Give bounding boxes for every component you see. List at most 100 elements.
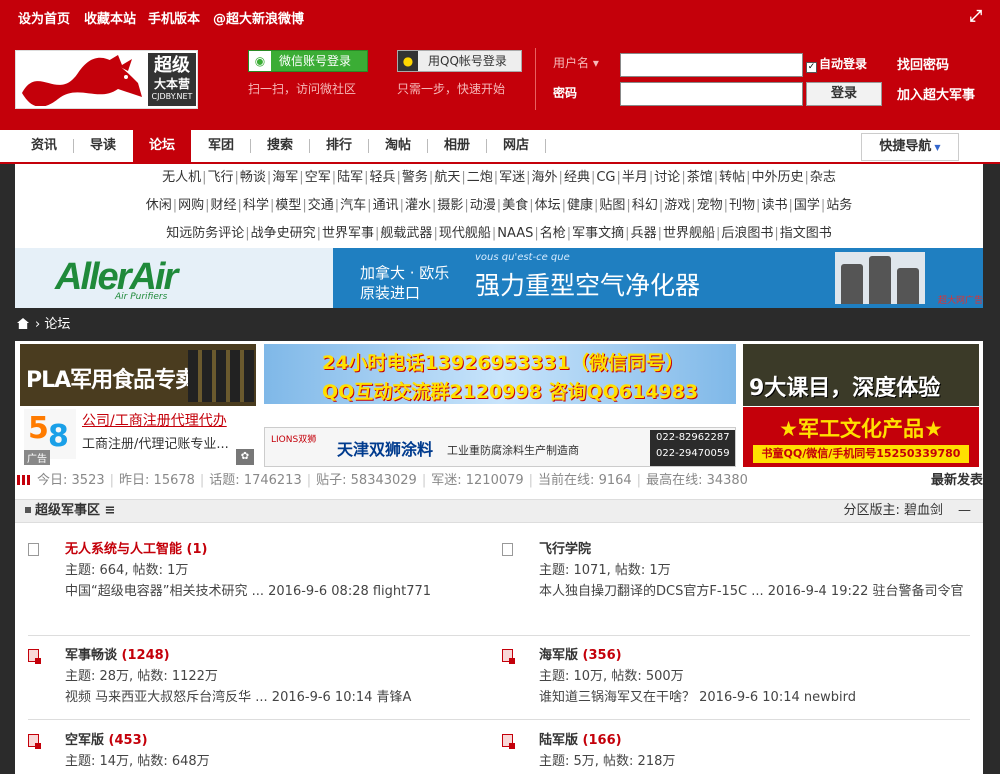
wechat-tip[interactable]: 扫一扫，访问微社区	[248, 80, 356, 97]
board-name[interactable]: 无人系统与人工智能 (1)	[65, 539, 207, 560]
sub-forum-link[interactable]: 军迷	[498, 170, 526, 185]
board-name[interactable]: 空军版 (453)	[65, 730, 148, 751]
sub-forum-link[interactable]: 转帖	[718, 170, 746, 185]
nav-item-legion[interactable]: 军团	[192, 130, 250, 162]
sub-forum-link[interactable]: 网购	[177, 198, 205, 213]
sub-forum-link[interactable]: 中外历史	[751, 170, 805, 185]
ad-58-title[interactable]: 公司/工商注册代理代办	[82, 410, 227, 430]
board-name[interactable]: 海军版 (356)	[539, 645, 622, 666]
board-last-post[interactable]: 中国“超级电容器”相关技术研究 ... 2016-9-6 08:28 fligh…	[65, 581, 485, 602]
sub-forum-link[interactable]: 畅谈	[239, 170, 267, 185]
home-icon[interactable]	[17, 318, 29, 329]
banner-ad[interactable]: AllerAir Air Purifiers 加拿大 · 欧乐 原装进口 vou…	[15, 248, 983, 308]
login-button[interactable]: 登录	[806, 82, 882, 106]
join-link[interactable]: 加入超大军事	[897, 84, 975, 103]
sub-forum-link[interactable]: 通讯	[372, 198, 400, 213]
bookmark-site-link[interactable]: 收藏本站	[84, 8, 136, 27]
weibo-link[interactable]: @超大新浪微博	[213, 8, 304, 27]
nav-item-shop[interactable]: 网店	[487, 130, 545, 162]
username-input[interactable]	[620, 53, 803, 77]
sub-forum-link[interactable]: 知远防务评论	[165, 226, 245, 241]
sub-forum-link[interactable]: 经典	[563, 170, 591, 185]
board-last-post[interactable]: 本人独自操刀翻译的DCS官方F-15C ... 2016-9-4 19:22 驻…	[539, 581, 979, 602]
sub-forum-link[interactable]: 海外	[531, 170, 559, 185]
nav-item-forum[interactable]: 论坛	[133, 130, 191, 162]
sub-forum-link[interactable]: 无人机	[161, 170, 202, 185]
wechat-login-button[interactable]: ◉ 微信账号登录	[248, 50, 368, 72]
sub-forum-link[interactable]: 世界军事	[321, 226, 375, 241]
mobile-version-link[interactable]: 手机版本	[148, 8, 200, 27]
nav-item-ranking[interactable]: 排行	[310, 130, 368, 162]
sub-forum-link[interactable]: 航天	[433, 170, 461, 185]
board-last-post[interactable]: 视频 马来西亚大叔怒斥台湾反华 ... 2016-9-6 10:14 青锋A	[65, 687, 485, 708]
find-password-link[interactable]: 找回密码	[897, 54, 949, 73]
sub-forum-link[interactable]: 科幻	[631, 198, 659, 213]
breadcrumb-current[interactable]: 论坛	[44, 317, 70, 332]
auto-login-checkbox[interactable]: ✓ 自动登录	[806, 55, 867, 73]
sub-forum-link[interactable]: 陆军	[336, 170, 364, 185]
board-name[interactable]: 飞行学院	[539, 539, 591, 560]
collapse-icon[interactable]: —	[958, 500, 971, 522]
qq-tip[interactable]: 只需一步，快速开始	[397, 80, 505, 97]
qq-login-button[interactable]: ● 用QQ帐号登录	[397, 50, 522, 72]
sub-forum-link[interactable]: 讨论	[653, 170, 681, 185]
sub-forum-link[interactable]: 战争史研究	[250, 226, 317, 241]
sub-forum-link[interactable]: 二炮	[466, 170, 494, 185]
ad-pla-food[interactable]: PLA军用食品专卖	[20, 344, 256, 406]
sub-forum-link[interactable]: 游戏	[663, 198, 691, 213]
sub-forum-link[interactable]: 飞行	[206, 170, 234, 185]
sub-forum-link[interactable]: 模型	[274, 198, 302, 213]
set-homepage-link[interactable]: 设为首页	[18, 8, 70, 27]
board-name[interactable]: 军事畅谈 (1248)	[65, 645, 170, 666]
sub-forum-link[interactable]: NAAS	[496, 226, 534, 241]
sub-forum-link[interactable]: 名枪	[539, 226, 567, 241]
sub-forum-link[interactable]: 杂志	[809, 170, 837, 185]
ad-military-culture[interactable]: ★军工文化产品★ 书童QQ/微信/手机同号15250339780	[743, 407, 979, 467]
sub-forum-link[interactable]: 财经	[210, 198, 238, 213]
ad-58-registration[interactable]: 58 广告 公司/工商注册代理代办 工商注册/代理记账专业... ✿	[20, 407, 256, 467]
sub-forum-link[interactable]: CG	[595, 170, 616, 185]
board-name[interactable]: 陆军版 (166)	[539, 730, 622, 751]
sub-forum-link[interactable]: 半月	[621, 170, 649, 185]
sub-forum-link[interactable]: 摄影	[436, 198, 464, 213]
sub-forum-link[interactable]: 休闲	[145, 198, 173, 213]
sub-forum-link[interactable]: 指文图书	[779, 226, 833, 241]
sub-forum-link[interactable]: 体坛	[534, 198, 562, 213]
ad-training[interactable]: 9大课目，深度体验	[743, 344, 979, 406]
sub-forum-link[interactable]: 舰载武器	[379, 226, 433, 241]
sub-forum-link[interactable]: 兵器	[630, 226, 658, 241]
sub-forum-link[interactable]: 军事文摘	[571, 226, 625, 241]
section-title[interactable]: 超级军事区 ≡	[25, 500, 115, 522]
sub-forum-link[interactable]: 国学	[793, 198, 821, 213]
sub-forum-link[interactable]: 科学	[242, 198, 270, 213]
nav-item-guide[interactable]: 导读	[74, 130, 132, 162]
sub-forum-link[interactable]: 站务	[825, 198, 853, 213]
new-posts-link[interactable]: 最新发表	[931, 468, 983, 493]
sub-forum-link[interactable]: 海军	[271, 170, 299, 185]
ad-lions-paint[interactable]: LIONS双狮 天津双狮涂料 工业重防腐涂料生产制造商 022-82962287…	[264, 427, 736, 467]
sub-forum-link[interactable]: 刊物	[728, 198, 756, 213]
ad-phone-contact[interactable]: 24小时电话13926953331（微信同号） QQ互动交流群2120998 咨…	[264, 344, 736, 404]
sub-forum-link[interactable]: 世界舰船	[662, 226, 716, 241]
site-logo[interactable]: 超级 大本营 CJDBY.NET	[15, 50, 198, 109]
nav-item-collections[interactable]: 淘帖	[369, 130, 427, 162]
sub-forum-link[interactable]: 读书	[760, 198, 788, 213]
sub-forum-link[interactable]: 现代舰船	[438, 226, 492, 241]
moderator-name[interactable]: 碧血剑	[904, 503, 943, 518]
sub-forum-link[interactable]: 空军	[304, 170, 332, 185]
sub-forum-link[interactable]: 宠物	[696, 198, 724, 213]
sub-forum-link[interactable]: 汽车	[339, 198, 367, 213]
username-label[interactable]: 用户名 ▾	[553, 54, 599, 71]
password-input[interactable]	[620, 82, 803, 106]
sub-forum-link[interactable]: 动漫	[469, 198, 497, 213]
quick-nav-dropdown[interactable]: 快捷导航 ▼	[861, 133, 959, 161]
expand-icon[interactable]: ⤢	[969, 6, 982, 26]
sub-forum-link[interactable]: 茶馆	[686, 170, 714, 185]
sub-forum-link[interactable]: 轻兵	[369, 170, 397, 185]
sub-forum-link[interactable]: 交通	[307, 198, 335, 213]
sub-forum-link[interactable]: 后浪图书	[720, 226, 774, 241]
sub-forum-link[interactable]: 健康	[566, 198, 594, 213]
sub-forum-link[interactable]: 贴图	[598, 198, 626, 213]
nav-item-search[interactable]: 搜索	[251, 130, 309, 162]
sub-forum-link[interactable]: 美食	[501, 198, 529, 213]
